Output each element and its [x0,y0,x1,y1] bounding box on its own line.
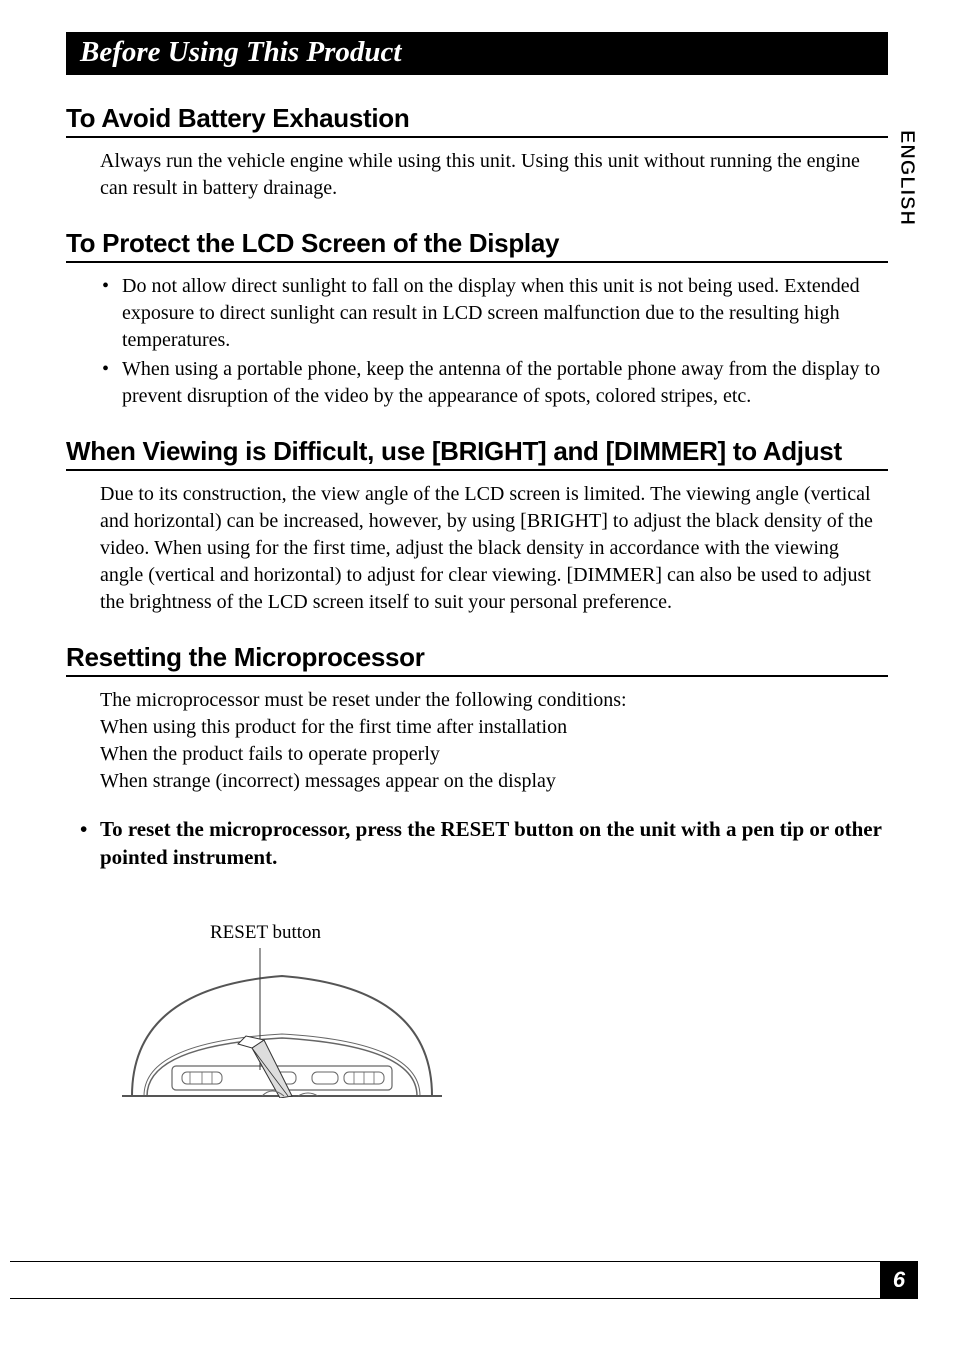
reset-line: When using this product for the first ti… [100,714,880,741]
device-illustration [112,948,452,1098]
section-viewing: When Viewing is Difficult, use [BRIGHT] … [66,436,888,616]
page-content: Before Using This Product To Avoid Batte… [0,0,954,1103]
body-reset: The microprocessor must be reset under t… [100,687,880,795]
section-reset: Resetting the Microprocessor The micropr… [66,642,888,1103]
language-tab: ENGLISH [895,130,918,226]
heading-battery: To Avoid Battery Exhaustion [66,103,888,138]
heading-reset: Resetting the Microprocessor [66,642,888,677]
body-battery: Always run the vehicle engine while usin… [100,148,880,202]
page-number-value: 6 [893,1267,905,1293]
reset-line: When the product fails to operate proper… [100,741,880,768]
heading-viewing: When Viewing is Difficult, use [BRIGHT] … [66,436,888,471]
heading-lcd: To Protect the LCD Screen of the Display [66,228,888,263]
reset-instruction: To reset the microprocessor, press the R… [80,815,888,872]
figure-label: RESET button [210,922,888,944]
section-battery: To Avoid Battery Exhaustion Always run t… [66,103,888,202]
list-item: Do not allow direct sunlight to fall on … [100,273,888,354]
section-lcd: To Protect the LCD Screen of the Display… [66,228,888,410]
bullet-list-lcd: Do not allow direct sunlight to fall on … [100,273,888,410]
reset-line: The microprocessor must be reset under t… [100,687,880,714]
reset-instruction-list: To reset the microprocessor, press the R… [80,815,888,872]
banner-title: Before Using This Product [80,36,401,68]
section-banner: Before Using This Product [66,32,888,75]
body-viewing: Due to its construction, the view angle … [100,481,880,616]
reset-line: When strange (incorrect) messages appear… [100,768,880,795]
list-item: When using a portable phone, keep the an… [100,356,888,410]
figure-reset: RESET button [112,922,888,1103]
page-number: 6 [880,1261,918,1299]
